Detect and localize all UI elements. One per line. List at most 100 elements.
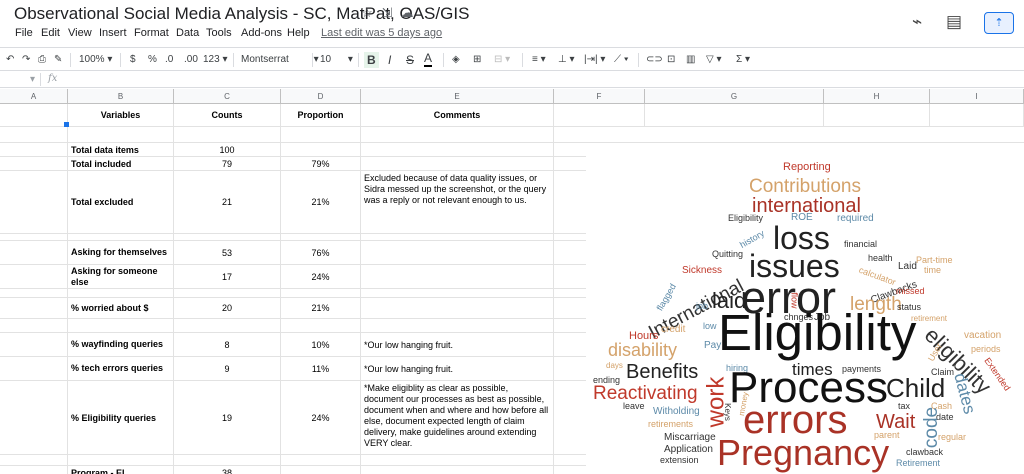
- cell-a[interactable]: [0, 357, 68, 380]
- currency-format-button[interactable]: $: [130, 52, 136, 68]
- row-proportion[interactable]: 11%: [281, 357, 361, 380]
- decrease-decimal-button[interactable]: .0: [165, 52, 173, 68]
- cell-b[interactable]: [68, 455, 174, 465]
- word-cloud-image[interactable]: Reporting Contributions international El…: [586, 150, 1024, 474]
- comment-history-icon[interactable]: ▤: [946, 12, 962, 32]
- cell-a[interactable]: [0, 104, 68, 126]
- insert-chart-icon[interactable]: ▥: [686, 52, 695, 68]
- row-label[interactable]: Asking for someone else: [68, 265, 174, 288]
- row-label[interactable]: Asking for themselves: [68, 241, 174, 264]
- header-comments[interactable]: Comments: [361, 104, 554, 126]
- column-header-h[interactable]: H: [824, 89, 930, 104]
- bold-button[interactable]: B: [364, 52, 379, 68]
- last-edit-link[interactable]: Last edit was 5 days ago: [321, 27, 442, 39]
- cell-a[interactable]: [0, 265, 68, 288]
- cell-c[interactable]: [174, 234, 281, 240]
- cell-d[interactable]: [281, 455, 361, 465]
- cell-e[interactable]: [361, 234, 554, 240]
- row-proportion[interactable]: 10%: [281, 333, 361, 356]
- column-header-g[interactable]: G: [645, 89, 824, 104]
- cell-b[interactable]: [68, 319, 174, 332]
- row-label[interactable]: % Eligibility queries: [68, 381, 174, 454]
- row-proportion[interactable]: 24%: [281, 265, 361, 288]
- row-proportion[interactable]: 21%: [281, 171, 361, 233]
- cell-b[interactable]: [68, 127, 174, 142]
- cell-d[interactable]: [281, 289, 361, 297]
- horizontal-align-icon[interactable]: ≡ ▾: [532, 52, 546, 68]
- row-label[interactable]: Program - EI: [68, 466, 174, 474]
- row-label[interactable]: % worried about $: [68, 298, 174, 318]
- filter-icon[interactable]: ▽ ▾: [706, 52, 722, 68]
- font-select[interactable]: Montserrat ▾: [241, 52, 319, 68]
- cell-a[interactable]: [0, 298, 68, 318]
- row-comment[interactable]: [361, 298, 554, 318]
- column-header-a[interactable]: A: [0, 89, 68, 104]
- zoom-select[interactable]: 100% ▾: [79, 52, 112, 68]
- cell-e[interactable]: [361, 455, 554, 465]
- row-comment[interactable]: *Our low hanging fruit.: [361, 333, 554, 356]
- menu-edit[interactable]: Edit: [41, 27, 60, 39]
- more-formats-select[interactable]: 123 ▾: [203, 52, 228, 68]
- redo-icon[interactable]: ↷: [22, 52, 30, 68]
- menu-view[interactable]: View: [68, 27, 92, 39]
- text-wrapping-icon[interactable]: |⇥| ▾: [584, 52, 605, 68]
- print-icon[interactable]: ⎙: [38, 52, 46, 68]
- cell-b[interactable]: [68, 289, 174, 297]
- borders-icon[interactable]: ⊞: [473, 52, 481, 68]
- row-comment[interactable]: [361, 157, 554, 170]
- functions-icon[interactable]: Σ ▾: [736, 52, 750, 68]
- row-label[interactable]: Total excluded: [68, 171, 174, 233]
- insert-comment-icon[interactable]: ⊡: [667, 52, 675, 68]
- header-proportion[interactable]: Proportion: [281, 104, 361, 126]
- row-count[interactable]: 19: [174, 381, 281, 454]
- menu-insert[interactable]: Insert: [99, 27, 127, 39]
- cell-a[interactable]: [0, 455, 68, 465]
- row-comment[interactable]: *Make eligiblity as clear as possible, d…: [361, 381, 554, 454]
- menu-file[interactable]: File: [15, 27, 33, 39]
- text-rotation-icon[interactable]: ⟋ ▾: [614, 52, 629, 68]
- row-comment[interactable]: Excluded because of data quality issues,…: [361, 171, 554, 233]
- cell-a[interactable]: [0, 289, 68, 297]
- italic-button[interactable]: I: [388, 52, 391, 68]
- row-label[interactable]: Total data items: [68, 143, 174, 156]
- cell-a[interactable]: [0, 466, 68, 474]
- cell-c[interactable]: [174, 127, 281, 142]
- row-count[interactable]: 100: [174, 143, 281, 156]
- move-folder-icon[interactable]: ⇲: [380, 6, 394, 20]
- menu-help[interactable]: Help: [287, 27, 310, 39]
- row-count[interactable]: 53: [174, 241, 281, 264]
- menu-data[interactable]: Data: [176, 27, 199, 39]
- cell-h[interactable]: [824, 104, 930, 126]
- strikethrough-button[interactable]: S: [406, 52, 414, 68]
- font-size-select[interactable]: 10 ▾: [320, 52, 353, 68]
- cell-i[interactable]: [930, 104, 1024, 126]
- column-header-i[interactable]: I: [930, 89, 1024, 104]
- cell-g[interactable]: [645, 104, 824, 126]
- row-comment[interactable]: [361, 241, 554, 264]
- header-counts[interactable]: Counts: [174, 104, 281, 126]
- cell-e[interactable]: [361, 289, 554, 297]
- column-header-e[interactable]: E: [361, 89, 554, 104]
- row-proportion[interactable]: 24%: [281, 381, 361, 454]
- row-proportion[interactable]: 21%: [281, 298, 361, 318]
- row-comment[interactable]: [361, 466, 554, 474]
- insert-link-icon[interactable]: ⊂⊃: [646, 52, 663, 68]
- row-proportion[interactable]: [281, 466, 361, 474]
- increase-decimal-button[interactable]: .00: [184, 52, 198, 68]
- row-count[interactable]: 17: [174, 265, 281, 288]
- merge-cells-icon[interactable]: ⊟ ▾: [494, 52, 510, 68]
- column-header-b[interactable]: B: [68, 89, 174, 104]
- fill-color-icon[interactable]: ◈: [452, 52, 460, 68]
- percent-format-button[interactable]: %: [148, 52, 157, 68]
- undo-icon[interactable]: ↶: [6, 52, 14, 68]
- row-count[interactable]: 79: [174, 157, 281, 170]
- row-label[interactable]: % tech errors queries: [68, 357, 174, 380]
- cell-a[interactable]: [0, 234, 68, 240]
- star-icon[interactable]: ☆: [360, 6, 374, 20]
- cell-a[interactable]: [0, 127, 68, 142]
- column-header-c[interactable]: C: [174, 89, 281, 104]
- cell-a[interactable]: [0, 157, 68, 170]
- paint-format-icon[interactable]: ✎: [54, 52, 62, 68]
- menu-tools[interactable]: Tools: [206, 27, 232, 39]
- row-count[interactable]: 8: [174, 333, 281, 356]
